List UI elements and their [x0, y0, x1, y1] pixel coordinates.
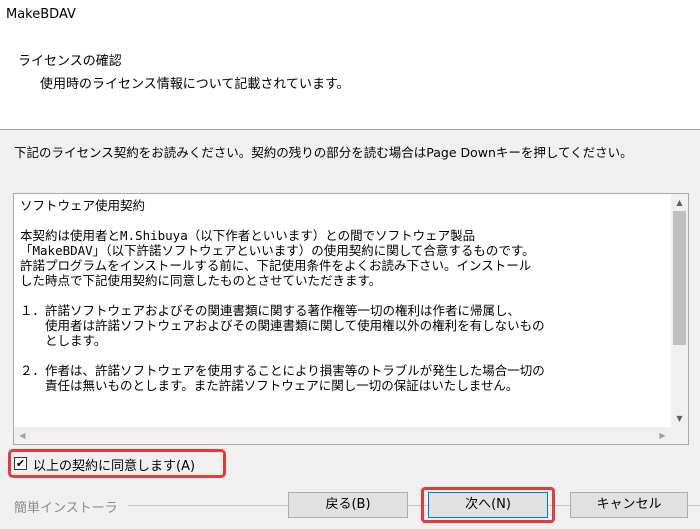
- wizard-header: ライセンスの確認 使用時のライセンス情報について記載されています。: [0, 30, 700, 130]
- agree-label[interactable]: 以上の契約に同意します(A): [33, 455, 195, 474]
- chevron-right-icon[interactable]: ▶: [654, 427, 671, 444]
- license-text: ソフトウェア使用契約 本契約は使用者とM.Shibuya（以下作者といいます）と…: [20, 198, 545, 393]
- window-title: MakeBDAV: [6, 7, 76, 22]
- scroll-thumb[interactable]: [673, 211, 686, 345]
- title-bar: MakeBDAV: [0, 0, 700, 30]
- chevron-left-icon[interactable]: ◀: [14, 427, 31, 444]
- checkmark-icon: ✔: [15, 457, 26, 470]
- agree-checkbox-row[interactable]: ✔ 以上の契約に同意します(A): [8, 449, 226, 478]
- chevron-down-icon[interactable]: ▼: [671, 410, 688, 427]
- header-title: ライセンスの確認: [18, 54, 122, 69]
- chevron-up-icon[interactable]: ▲: [671, 194, 688, 211]
- installer-brand: 簡単インストーラ: [14, 501, 118, 516]
- license-textbox[interactable]: ソフトウェア使用契約 本契約は使用者とM.Shibuya（以下作者といいます）と…: [13, 193, 689, 445]
- instruction-text: 下記のライセンス契約をお読みください。契約の残りの部分を読む場合はPage Do…: [14, 145, 633, 160]
- horizontal-scrollbar[interactable]: ◀ ▶: [14, 427, 671, 444]
- vertical-scrollbar[interactable]: ▲ ▼: [671, 194, 688, 427]
- header-subtitle: 使用時のライセンス情報について記載されています。: [40, 77, 350, 92]
- next-button[interactable]: 次へ(N): [428, 492, 548, 518]
- agree-checkbox[interactable]: ✔: [14, 457, 27, 470]
- back-button[interactable]: 戻る(B): [288, 492, 408, 518]
- scrollbar-corner: [671, 427, 688, 444]
- cancel-button[interactable]: キャンセル: [570, 492, 688, 518]
